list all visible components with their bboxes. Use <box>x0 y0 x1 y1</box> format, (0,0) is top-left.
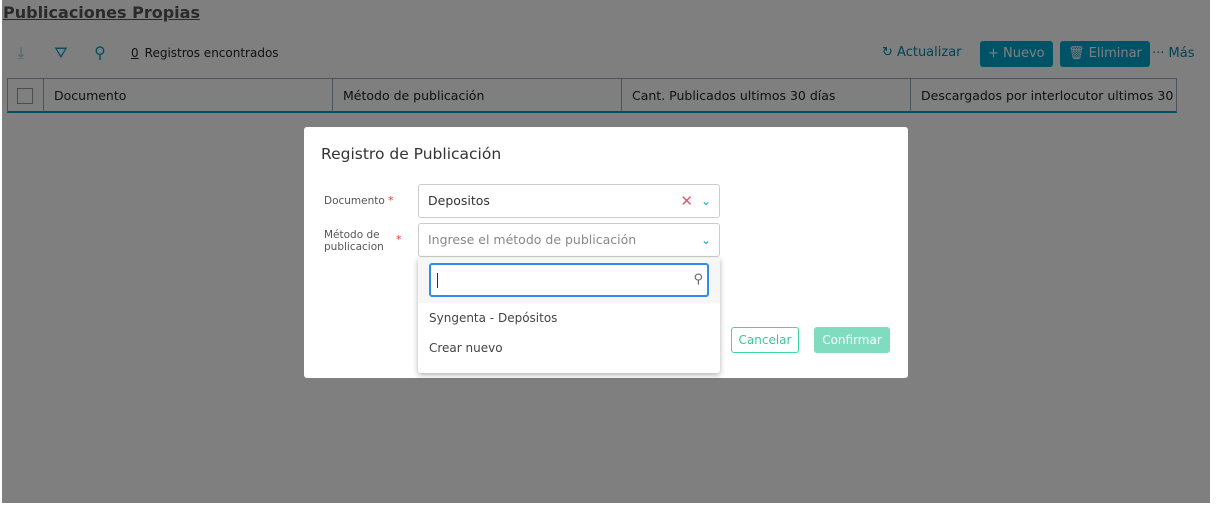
documento-label-text: Documento <box>324 195 385 207</box>
documento-select[interactable]: Depositos ✕ ⌄ <box>418 184 720 218</box>
dropdown-search-wrap: ⚲ <box>418 258 720 303</box>
documento-label: Documento * <box>324 195 393 207</box>
metodo-dropdown: ⚲ Syngenta - Depósitos Crear nuevo <box>418 258 720 373</box>
metodo-label-line1: Método de <box>324 229 380 241</box>
dropdown-option-create[interactable]: Crear nuevo <box>418 333 720 363</box>
metodo-placeholder: Ingrese el método de publicación <box>428 232 637 247</box>
dropdown-option[interactable]: Syngenta - Depósitos <box>418 303 720 333</box>
cancel-button[interactable]: Cancelar <box>731 327 799 353</box>
metodo-label: Método de publicacion <box>324 229 384 253</box>
metodo-select[interactable]: Ingrese el método de publicación ⌄ <box>418 223 720 257</box>
documento-value: Depositos <box>428 193 490 208</box>
chevron-down-icon[interactable]: ⌄ <box>701 224 711 256</box>
required-marker: * <box>396 234 402 246</box>
required-marker: * <box>388 195 394 207</box>
text-caret <box>437 273 438 288</box>
dropdown-search-input[interactable]: ⚲ <box>429 263 709 297</box>
clear-icon[interactable]: ✕ <box>680 185 693 217</box>
chevron-down-icon[interactable]: ⌄ <box>701 185 711 217</box>
metodo-label-line2: publicacion <box>324 241 384 253</box>
confirm-button[interactable]: Confirmar <box>814 327 890 353</box>
search-icon: ⚲ <box>693 272 703 287</box>
modal-title: Registro de Publicación <box>321 145 502 163</box>
